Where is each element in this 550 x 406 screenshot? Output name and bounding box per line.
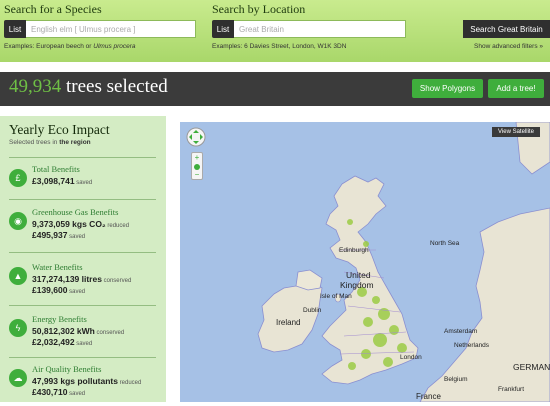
map-label-amsterdam: Amsterdam: [444, 328, 478, 335]
map-geography: [257, 122, 550, 402]
map-label-germany: GERMANY: [513, 362, 550, 372]
trees-selected-count: 49,934 trees selected: [9, 76, 168, 97]
zoom-slider[interactable]: + −: [191, 152, 203, 180]
location-search-bar: List Great Britain: [212, 20, 406, 38]
add-tree-button[interactable]: Add a tree!: [488, 79, 544, 98]
example-european-beech-link[interactable]: European beech: [36, 43, 84, 50]
show-polygons-button[interactable]: Show Polygons: [412, 79, 483, 98]
zoom-out-icon[interactable]: −: [192, 170, 202, 179]
water-drop-icon: ▲: [9, 267, 27, 285]
map-label-kingdom: Kingdom: [340, 280, 374, 290]
northern-ireland-landmass: [295, 269, 323, 291]
ireland-landmass: [257, 279, 323, 353]
example-ulmus-procera-link[interactable]: Ulmus procera: [93, 43, 135, 50]
tree-count: 49,934: [9, 76, 62, 97]
pan-control-icon[interactable]: [186, 127, 206, 147]
eco-item-water: ▲ Water Benefits 317,274,139 litres cons…: [9, 258, 159, 304]
location-search-input[interactable]: Great Britain: [234, 20, 406, 38]
divider: [9, 199, 156, 200]
eco-impact-subtitle: Selected trees in the region: [9, 139, 91, 146]
search-great-britain-button[interactable]: Search Great Britain: [463, 20, 550, 38]
species-list-button[interactable]: List: [4, 20, 26, 38]
map-label-dublin: Dublin: [303, 307, 322, 314]
map-label-france: France: [416, 392, 441, 401]
divider: [9, 305, 156, 306]
location-examples: Examples: 6 Davies Street, London, W1K 3…: [212, 43, 347, 50]
location-search-title: Search by Location: [212, 2, 306, 16]
eco-impact-title: Yearly Eco Impact: [9, 122, 110, 137]
map-label-belgium: Belgium: [444, 376, 468, 383]
map-label-netherlands: Netherlands: [454, 342, 490, 349]
map-label-edinburgh: Edinburgh: [339, 247, 369, 254]
air-cloud-icon: ☁: [9, 369, 27, 387]
greenhouse-gas-icon: ◉: [9, 212, 27, 230]
species-search-input[interactable]: English elm [ Ulmus procera ]: [26, 20, 196, 38]
divider: [9, 157, 156, 158]
continent-landmass: [419, 207, 550, 402]
energy-bolt-icon: ϟ: [9, 319, 27, 337]
eco-item-energy: ϟ Energy Benefits 50,812,302 kWh conserv…: [9, 310, 159, 356]
species-examples: Examples: European beech or Ulmus procer…: [4, 43, 136, 50]
advanced-filters-link[interactable]: Show advanced filters »: [474, 43, 543, 50]
species-search-title: Search for a Species: [4, 2, 102, 16]
divider: [9, 357, 156, 358]
divider: [9, 252, 156, 253]
map-label-united: United: [346, 270, 371, 280]
zoom-in-icon[interactable]: +: [192, 153, 202, 162]
map-label-isle-of-man: Isle of Man: [320, 293, 352, 300]
map-label-frankfurt: Frankfurt: [498, 386, 525, 393]
view-satellite-button[interactable]: View Satellite: [492, 127, 540, 137]
map-label-ireland: Ireland: [276, 318, 301, 327]
species-search-bar: List English elm [ Ulmus procera ]: [4, 20, 196, 38]
map-label-london: London: [400, 354, 422, 361]
map-label-north-sea: North Sea: [430, 240, 460, 247]
pound-icon: £: [9, 169, 27, 187]
eco-item-air: ☁ Air Quality Benefits 47,993 kgs pollut…: [9, 360, 159, 406]
tree-map[interactable]: Edinburgh North Sea United Kingdom Isle …: [180, 122, 550, 402]
eco-item-greenhouse: ◉ Greenhouse Gas Benefits 9,373,059 kgs …: [9, 203, 159, 249]
location-list-button[interactable]: List: [212, 20, 234, 38]
